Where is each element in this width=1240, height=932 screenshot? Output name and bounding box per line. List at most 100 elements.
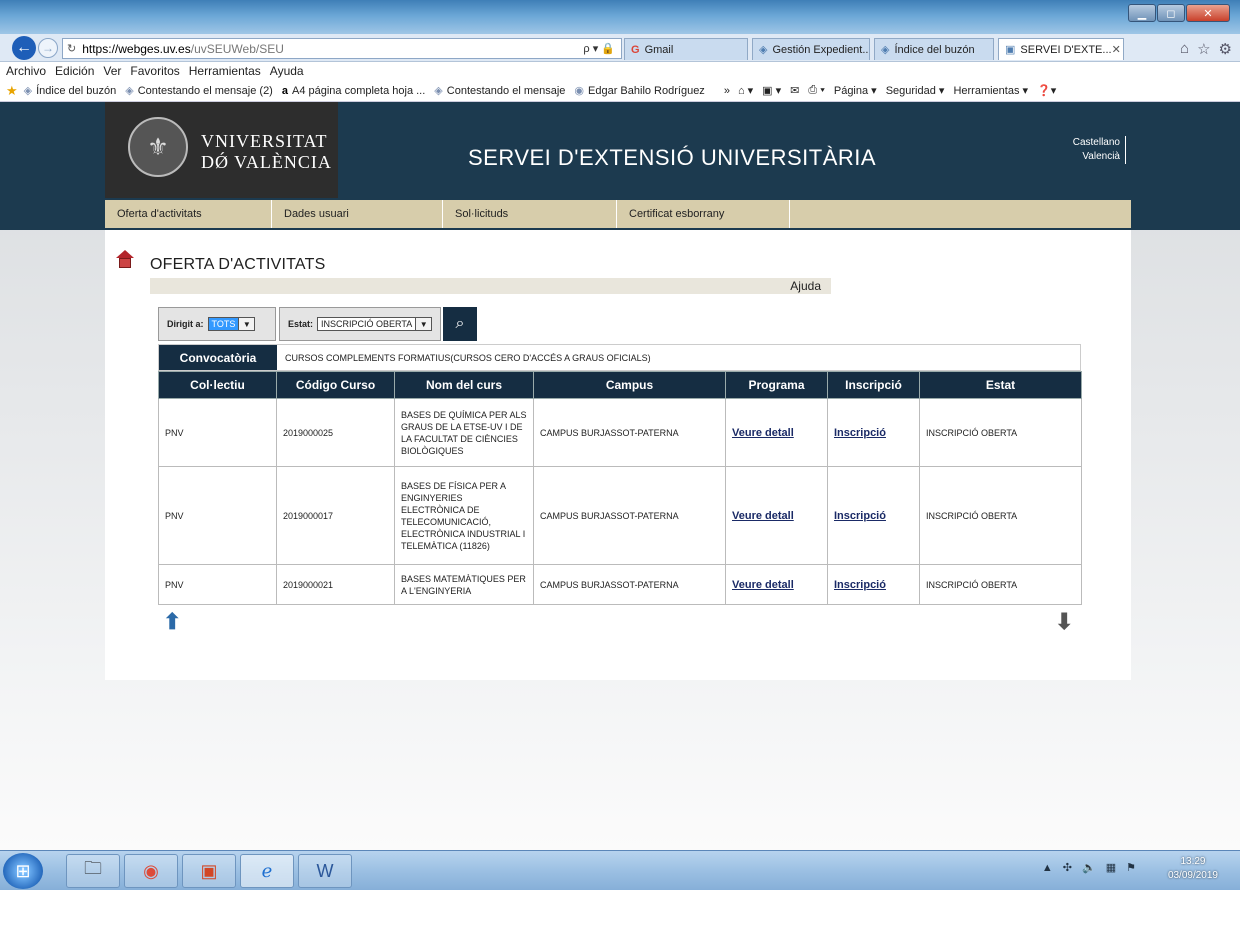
cell-inscripcio: Inscripció	[827, 466, 920, 565]
gear-icon[interactable]: ⚙	[1219, 40, 1232, 58]
close-window-button[interactable]: ✕	[1186, 4, 1230, 22]
favorite-item[interactable]: a A4 página completa hoja ...	[282, 85, 425, 97]
home-icon[interactable]: ⌂	[1180, 40, 1189, 58]
favorites-icon[interactable]: ★	[6, 83, 18, 99]
chevron-right-icon[interactable]: »	[724, 85, 730, 97]
cell-campus: CAMPUS BURJASSOT-PATERNA	[533, 466, 726, 565]
menu-favoritos[interactable]: Favoritos	[130, 64, 179, 78]
address-tools[interactable]: ρ ▾ 🔒	[583, 42, 621, 55]
inscripcio-link[interactable]: Inscripció	[834, 510, 886, 522]
cell-programa: Veure detall	[725, 564, 828, 605]
veure-detall-link[interactable]: Veure detall	[732, 510, 794, 522]
tab-indice-buzon[interactable]: ◈ Índice del buzón	[874, 38, 994, 60]
cell-campus: CAMPUS BURJASSOT-PATERNA	[533, 564, 726, 605]
table-header-row: Col·lectiu Código Curso Nom del curs Cam…	[158, 371, 1082, 399]
tab-label: Gestión Expedient...	[772, 43, 870, 56]
veure-detall-link[interactable]: Veure detall	[732, 579, 794, 591]
convocatoria-value: CURSOS COMPLEMENTS FORMATIUS(CURSOS CERO…	[285, 352, 651, 363]
start-button[interactable]: ⊞	[3, 853, 43, 889]
tab-label: SERVEI D'EXTE...	[1020, 43, 1112, 56]
favorite-item[interactable]: ◈ Índice del buzón	[24, 84, 117, 98]
network-icon[interactable]: ▦	[1106, 861, 1116, 874]
volume-icon[interactable]: 🔈	[1082, 861, 1096, 874]
tab-gmail[interactable]: G Gmail	[624, 38, 748, 60]
main-content: OFERTA D'ACTIVITATS Ajuda Dirigit a: TOT…	[105, 230, 1131, 680]
flag-icon[interactable]: ⚑	[1126, 861, 1136, 874]
menu-seguridad[interactable]: Seguridad ▾	[886, 84, 945, 97]
home-icon[interactable]	[116, 250, 134, 270]
gmail-icon: G	[631, 43, 640, 56]
cell-campus: CAMPUS BURJASSOT-PATERNA	[533, 398, 726, 467]
minimize-button[interactable]: ▁	[1128, 4, 1156, 22]
refresh-icon[interactable]: ↻	[67, 42, 76, 55]
internet-explorer-icon[interactable]: ℯ	[240, 854, 294, 888]
favorite-label: A4 página completa hoja ...	[291, 84, 426, 97]
maximize-button[interactable]: ◻	[1157, 4, 1185, 22]
main-nav: Oferta d'activitats Dades usuari Sol·lic…	[0, 198, 1240, 230]
menu-herramientas[interactable]: Herramientas	[189, 64, 261, 78]
nav-oferta-activitats[interactable]: Oferta d'activitats	[105, 200, 272, 228]
chevron-up-icon[interactable]: ▲	[1042, 862, 1053, 874]
column-header: Estat	[919, 371, 1082, 399]
language-valencia[interactable]: Valencià	[1060, 150, 1120, 164]
rss-icon[interactable]: ▣ ▾	[762, 84, 781, 97]
favorite-item[interactable]: ◉ Edgar Bahilo Rodríguez	[574, 84, 705, 98]
print-icon[interactable]: ⎙ ▾	[808, 84, 824, 97]
mail-icon[interactable]: ✉	[790, 84, 799, 97]
logo-text-line2: DǾ VALÈNCIA	[201, 152, 332, 172]
forward-button[interactable]: →	[38, 38, 58, 58]
university-logo[interactable]: ⚜ VNIVERSITAT DǾ VALÈNCIA	[105, 102, 338, 198]
nav-dades-usuari[interactable]: Dades usuari	[272, 200, 443, 228]
nav-sollicituds[interactable]: Sol·licituds	[443, 200, 617, 228]
menu-herramientas-cmd[interactable]: Herramientas ▾	[953, 84, 1028, 97]
menu-ayuda[interactable]: Ayuda	[270, 64, 304, 78]
menu-pagina[interactable]: Página ▾	[834, 84, 877, 97]
favorite-item[interactable]: ◈ Contestando el mensaje	[434, 84, 566, 98]
arrow-down-icon[interactable]: ⬇	[1055, 609, 1073, 635]
favorite-label: Contestando el mensaje	[446, 84, 566, 97]
back-button[interactable]: ←	[12, 36, 36, 60]
estat-select[interactable]: INSCRIPCIÓ OBERTA ▼	[317, 317, 433, 331]
word-icon[interactable]: W	[298, 854, 352, 888]
home-menu-icon[interactable]: ⌂ ▾	[738, 84, 753, 97]
favorite-item[interactable]: ◈ Contestando el mensaje (2)	[125, 84, 273, 98]
close-tab-icon[interactable]: ✕	[1112, 43, 1123, 56]
veure-detall-link[interactable]: Veure detall	[732, 427, 794, 439]
favorites-star-icon[interactable]: ☆	[1197, 40, 1210, 58]
browser-toolbar-icons: ⌂ ☆ ⚙	[1180, 40, 1232, 58]
filter-dirigit: Dirigit a: TOTS ▼	[158, 307, 276, 341]
table-row: PNV 2019000025 BASES DE QUÍMICA PER ALS …	[158, 398, 1082, 467]
clock[interactable]: 13:29 03/09/2019	[1168, 855, 1218, 883]
inscripcio-link[interactable]: Inscripció	[834, 579, 886, 591]
inscripcio-link[interactable]: Inscripció	[834, 427, 886, 439]
nav-certificat-esborrany[interactable]: Certificat esborrany	[617, 200, 790, 228]
tab-gestion[interactable]: ◈ Gestión Expedient...	[752, 38, 870, 60]
favorite-label: Edgar Bahilo Rodríguez	[588, 84, 705, 97]
arrow-up-icon[interactable]: ⬆	[163, 609, 181, 635]
tab-label: Gmail	[644, 43, 674, 56]
menu-archivo[interactable]: Archivo	[6, 64, 46, 78]
chevron-down-icon: ▼	[238, 318, 255, 330]
explorer-icon[interactable]: 🗀	[66, 854, 120, 888]
cell-programa: Veure detall	[725, 466, 828, 565]
dirigit-select-value: TOTS	[208, 318, 239, 330]
site-title: SERVEI D'EXTENSIÓ UNIVERSITÀRIA	[468, 145, 877, 170]
menu-edicion[interactable]: Edición	[55, 64, 94, 78]
address-bar[interactable]: ↻ https://webges.uv.es/uvSEUWeb/SEU ρ ▾ …	[62, 38, 622, 59]
language-castellano[interactable]: Castellano	[1060, 136, 1120, 150]
page-icon: ▣	[1005, 44, 1016, 56]
chrome-icon[interactable]: ◉	[124, 854, 178, 888]
search-button[interactable]: ⌕	[443, 307, 477, 341]
home-roof	[116, 250, 134, 258]
help-icon[interactable]: ❓▾	[1037, 84, 1056, 97]
tab-servei[interactable]: ▣ SERVEI D'EXTE... ✕	[998, 38, 1124, 60]
help-link[interactable]: Ajuda	[790, 279, 821, 293]
menu-ver[interactable]: Ver	[103, 64, 121, 78]
logo-text-line1: VNIVERSITAT	[201, 131, 328, 151]
dropbox-icon[interactable]: ✣	[1063, 861, 1072, 874]
favorites-bar: ★ ◈ Índice del buzón ◈ Contestando el mens…	[0, 80, 1240, 102]
dirigit-select[interactable]: TOTS ▼	[207, 317, 256, 331]
powerpoint-icon[interactable]: ▣	[182, 854, 236, 888]
browser-title-bar: ▁ ◻ ✕	[0, 0, 1240, 34]
taskbar-strip: ⊞ 🗀 ◉ ▣ ℯ W ▲ ✣ 🔈 ▦ ⚑ 13:29 03/09/2019	[0, 850, 1240, 890]
